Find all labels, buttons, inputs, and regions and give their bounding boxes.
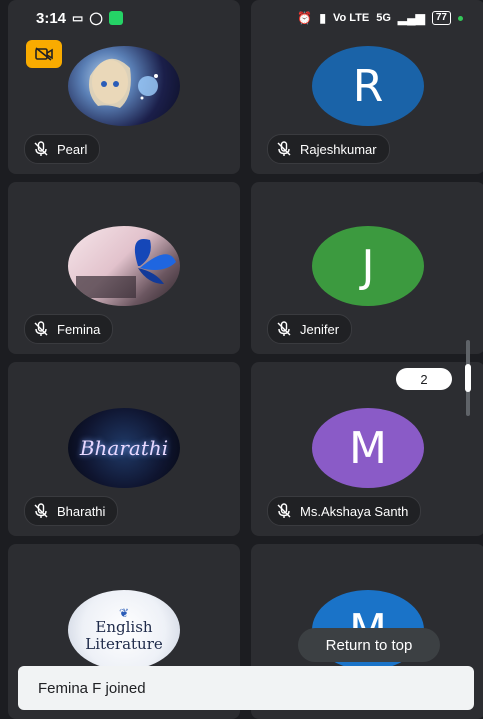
avatar-image-text: English Literature [85,618,163,653]
participant-avatar: M [312,408,424,488]
whatsapp-icon: ◯ [89,11,103,25]
participant-avatar: R [312,46,424,126]
video-icon: ▭ [72,11,84,25]
participant-tile[interactable]: J Jenifer [251,182,483,354]
participant-avatar: J [312,226,424,306]
participant-name: Bharathi [57,503,106,519]
participant-name: Jenifer [300,321,340,337]
toast-message: Femina F joined [38,679,146,697]
status-bar: 3:14 ▭ ◯ ⏰ ▮ Vo LTE 5G ▂▄▆ 77 [0,0,483,36]
participant-avatar: Bharathi [68,408,180,488]
name-chip: Rajeshkumar [267,134,390,164]
name-chip: Ms.Akshaya Santh [267,496,422,526]
participant-name: Rajeshkumar [300,141,377,157]
participant-name: Ms.Akshaya Santh [300,503,409,519]
mic-off-icon [34,321,48,336]
participant-name: Femina [57,321,101,337]
battery-indicator: 77 [431,11,451,25]
signal-label: 5G [376,12,391,24]
signal-icon: ▂▄▆ [397,11,425,25]
vibrate-icon: ▮ [319,11,326,25]
alarm-icon: ⏰ [297,11,313,25]
return-to-top-button[interactable]: Return to top [298,628,440,662]
name-chip: Femina [24,314,114,344]
mic-off-icon [34,141,48,156]
participant-tile[interactable]: M Ms.Akshaya Santh [251,362,483,536]
name-chip: Pearl [24,134,101,164]
participant-tile[interactable]: Bharathi Bharathi [8,362,240,536]
mic-off-icon [34,503,48,518]
mic-off-icon [277,321,291,336]
page-indicator-badge: 2 [396,368,452,390]
participant-name: Pearl [57,141,88,157]
participant-avatar [68,226,180,306]
mic-off-icon [277,503,291,518]
scrollbar-thumb[interactable] [465,364,471,392]
scrollbar[interactable] [465,340,471,416]
clock: 3:14 [36,9,67,27]
participant-avatar [68,46,180,126]
name-chip: Jenifer [267,314,353,344]
privacy-dot-icon [458,15,463,21]
participant-avatar: ❦ English Literature [68,590,180,670]
participant-tile[interactable]: Femina [8,182,240,354]
join-toast: Femina F joined [18,666,474,710]
mic-off-icon [277,141,291,156]
avatar-image-text: Bharathi [79,436,169,460]
call-icon [108,11,123,25]
volte-label: Vo LTE [332,12,370,24]
camera-off-icon[interactable] [26,40,62,68]
name-chip: Bharathi [24,496,119,526]
